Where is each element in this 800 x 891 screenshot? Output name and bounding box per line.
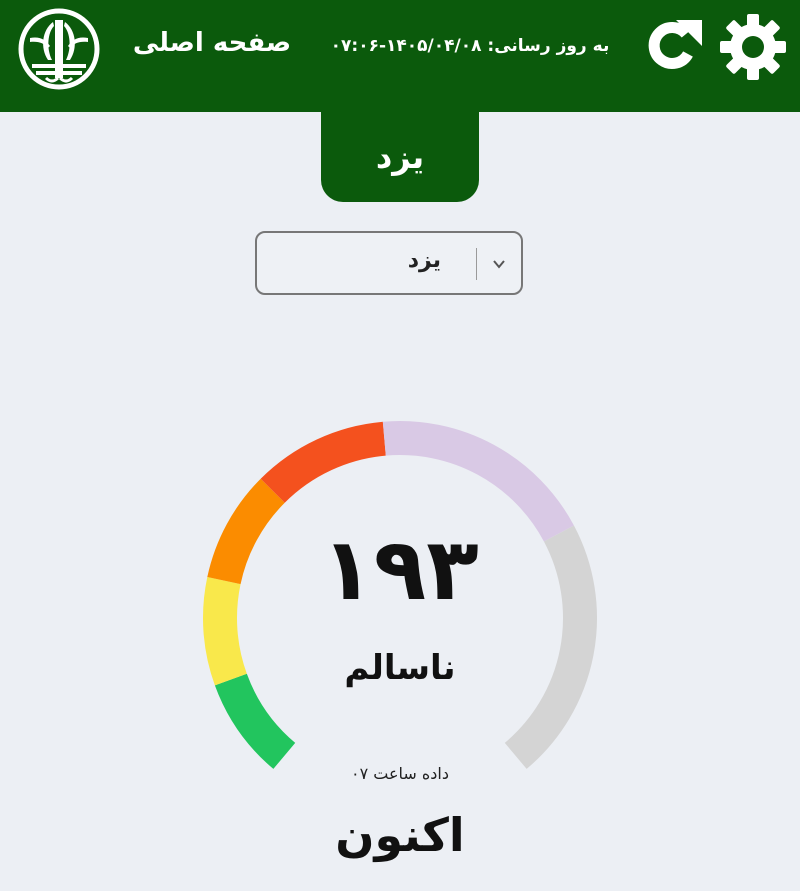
update-value: ۱۴۰۵/۰۴/۰۸-۰۷:۰۶ <box>330 36 482 56</box>
update-label: به روز رسانی: <box>487 36 610 56</box>
gear-icon[interactable] <box>718 12 788 82</box>
refresh-icon[interactable] <box>642 14 702 78</box>
app-screen: صفحه اصلی به روز رسانی: ۱۴۰۵/۰۴/۰۸-۰۷:۰۶ <box>0 0 800 891</box>
gauge-track-lower <box>504 525 597 769</box>
page-title: صفحه اصلی <box>132 28 292 58</box>
now-label: اکنون <box>335 808 465 862</box>
aqi-value: ۱۹۳ <box>321 520 479 620</box>
logo <box>18 8 100 90</box>
gauge-segment-unhealthy <box>260 421 387 504</box>
city-tab: یزد <box>321 112 479 202</box>
gauge-segment-sensitive <box>207 478 286 585</box>
select-divider <box>476 248 477 280</box>
gauge-segment-moderate <box>203 577 247 686</box>
header-bar: صفحه اصلی به روز رسانی: ۱۴۰۵/۰۴/۰۸-۰۷:۰۶ <box>0 0 800 112</box>
chevron-down-icon <box>493 260 505 269</box>
aqi-status: ناسالم <box>344 648 456 688</box>
gauge-segment-good <box>214 673 296 769</box>
data-hour: داده ساعت ۰۷ <box>351 764 449 783</box>
last-update: به روز رسانی: ۱۴۰۵/۰۴/۰۸-۰۷:۰۶ <box>300 36 640 56</box>
city-select-value: یزد <box>407 248 441 273</box>
city-select[interactable]: یزد <box>255 231 523 295</box>
